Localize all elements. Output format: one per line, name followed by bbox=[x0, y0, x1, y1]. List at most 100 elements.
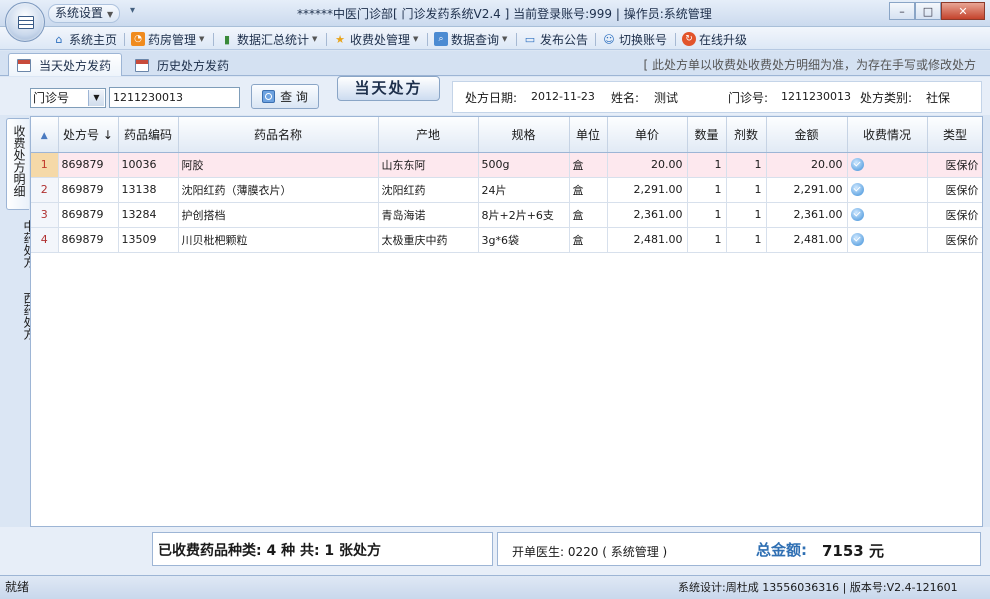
side-tab-charged-detail[interactable]: 收费处方明细 bbox=[6, 118, 29, 210]
sort-desc-icon: ↓ bbox=[102, 127, 113, 142]
paid-check-icon bbox=[850, 208, 864, 222]
column-header-unit[interactable]: 单位 bbox=[569, 117, 608, 153]
cell-type: 医保价 bbox=[927, 227, 982, 253]
cell-amount: 2,361.00 bbox=[766, 202, 848, 228]
home-icon: ⌂ bbox=[55, 32, 63, 46]
table-row[interactable]: 2 869879 13138 沈阳红药（薄膜衣片） 沈阳红药 24片 盒 2,2… bbox=[31, 177, 982, 203]
cell-price: 2,481.00 bbox=[607, 227, 688, 253]
paid-check-icon bbox=[850, 233, 864, 247]
date-label: 处方日期: bbox=[465, 91, 518, 105]
cell-unit: 盒 bbox=[569, 177, 608, 203]
rss-icon: ◔ bbox=[131, 32, 145, 46]
search-field-select[interactable]: 门诊号 ▼ bbox=[30, 88, 106, 108]
tab-today-dispense[interactable]: 当天处方发药 bbox=[8, 53, 123, 76]
cell-amount: 2,481.00 bbox=[766, 227, 848, 253]
cell-qty: 1 bbox=[687, 152, 727, 178]
cell-paid bbox=[847, 202, 928, 228]
column-header-name[interactable]: 药品名称 bbox=[178, 117, 379, 153]
menu-online-update[interactable]: ↻ 在线升级 bbox=[682, 30, 747, 48]
paid-check-icon bbox=[850, 183, 864, 197]
cell-dose: 1 bbox=[726, 152, 767, 178]
table-row[interactable]: 1 869879 10036 阿胶 山东东阿 500g 盒 20.00 1 1 … bbox=[31, 152, 982, 178]
menu-cashier[interactable]: ★ 收费处管理 ▼ bbox=[333, 30, 418, 48]
column-header-price[interactable]: 单价 bbox=[607, 117, 688, 153]
column-header-paid[interactable]: 收费情况 bbox=[847, 117, 928, 153]
column-header-origin[interactable]: 产地 bbox=[378, 117, 479, 153]
title-bar: 系统设置 ▼ ▾ ******中医门诊部[ 门诊发药系统V2.4 ] 当前登录账号… bbox=[0, 0, 990, 42]
cell-spec: 3g*6袋 bbox=[478, 227, 570, 253]
cell-spec: 500g bbox=[478, 152, 570, 178]
cell-name: 阿胶 bbox=[178, 152, 379, 178]
user-icon: ☺ bbox=[603, 32, 615, 46]
dropdown-arrow-icon[interactable]: ▼ bbox=[88, 90, 104, 106]
column-header-rx[interactable]: 处方号 ↓ bbox=[58, 117, 119, 153]
row-indicator-header[interactable]: ▲ bbox=[31, 117, 59, 153]
column-header-qty[interactable]: 数量 bbox=[687, 117, 727, 153]
cell-price: 20.00 bbox=[607, 152, 688, 178]
cell-dose: 1 bbox=[726, 227, 767, 253]
cell-spec: 24片 bbox=[478, 177, 570, 203]
cell-paid bbox=[847, 177, 928, 203]
total-amount-value: 7153 元 bbox=[822, 542, 884, 560]
name-label: 姓名: bbox=[611, 91, 640, 105]
chat-icon: ▭ bbox=[524, 32, 536, 46]
today-prescription-label: 当天处方 bbox=[337, 76, 440, 101]
cell-unit: 盒 bbox=[569, 152, 608, 178]
menu-switch-account[interactable]: ☺ 切换账号 bbox=[602, 30, 667, 48]
cell-type: 医保价 bbox=[927, 152, 982, 178]
close-button[interactable]: ✕ bbox=[941, 2, 985, 20]
cell-origin: 沈阳红药 bbox=[378, 177, 479, 203]
calendar-icon bbox=[135, 58, 149, 72]
search-input[interactable]: 1211230013 bbox=[109, 87, 240, 108]
cell-spec: 8片+2片+6支 bbox=[478, 202, 570, 228]
tab-history-dispense[interactable]: 历史处方发药 bbox=[126, 53, 240, 76]
column-header-spec[interactable]: 规格 bbox=[478, 117, 570, 153]
chevron-down-icon: ▼ bbox=[312, 35, 318, 43]
cell-price: 2,291.00 bbox=[607, 177, 688, 203]
column-header-dose[interactable]: 剂数 bbox=[726, 117, 767, 153]
clinic-number-value: 1211230013 bbox=[781, 90, 851, 103]
system-settings-menu[interactable]: 系统设置 ▼ bbox=[48, 4, 121, 23]
menu-statistics[interactable]: ▮ 数据汇总统计 ▼ bbox=[220, 30, 317, 48]
name-value: 测试 bbox=[654, 91, 679, 105]
column-header-code[interactable]: 药品编码 bbox=[118, 117, 179, 153]
query-button[interactable]: 查 询 bbox=[251, 84, 319, 109]
cell-code: 10036 bbox=[118, 152, 179, 178]
total-amount-label: 总金额: bbox=[756, 541, 807, 559]
prescription-type-label: 处方类别: bbox=[860, 91, 913, 105]
search-icon bbox=[262, 90, 276, 103]
cell-name: 川贝枇杷颗粒 bbox=[178, 227, 379, 253]
menu-query[interactable]: ⌕ 数据查询 ▼ bbox=[434, 30, 507, 48]
cell-price: 2,361.00 bbox=[607, 202, 688, 228]
table-row[interactable]: 3 869879 13284 护创搭档 青岛海诺 8片+2片+6支 盒 2,36… bbox=[31, 202, 982, 228]
summary-count-text: 已收费药品种类: 4 种 共: 1 张处方 bbox=[158, 543, 382, 559]
cell-rx: 869879 bbox=[58, 177, 119, 203]
cell-origin: 青岛海诺 bbox=[378, 202, 479, 228]
column-header-type[interactable]: 类型 bbox=[927, 117, 982, 153]
menu-announcement[interactable]: ▭ 发布公告 bbox=[523, 30, 588, 48]
table-row[interactable]: 4 869879 13509 川贝枇杷颗粒 太极重庆中药 3g*6袋 盒 2,4… bbox=[31, 227, 982, 253]
cell-amount: 20.00 bbox=[766, 152, 848, 178]
row-index: 2 bbox=[31, 177, 59, 203]
column-header-amount[interactable]: 金额 bbox=[766, 117, 848, 153]
cell-code: 13284 bbox=[118, 202, 179, 228]
menu-home[interactable]: ⌂ 系统主页 bbox=[52, 30, 118, 48]
row-index: 3 bbox=[31, 202, 59, 228]
cell-name: 护创搭档 bbox=[178, 202, 379, 228]
side-tabs: 收费处方明细 中药处方 西药处方 bbox=[4, 116, 36, 526]
bar-chart-icon: ▮ bbox=[223, 32, 231, 46]
menu-pharmacy[interactable]: ◔ 药房管理 ▼ bbox=[131, 30, 204, 48]
minimize-button[interactable]: – bbox=[889, 2, 915, 20]
sort-icon: ▲ bbox=[40, 131, 48, 142]
update-icon: ↻ bbox=[682, 32, 696, 46]
maximize-button[interactable]: □ bbox=[915, 2, 941, 20]
cell-dose: 1 bbox=[726, 202, 767, 228]
doctor-text: 开单医生: 0220 ( 系统管理 ) bbox=[512, 545, 668, 559]
notice-text: [ 此处方单以收费处收费处方明细为准，为存在手写或修改处方 bbox=[643, 58, 977, 72]
quick-access-dropdown-icon[interactable]: ▾ bbox=[130, 5, 135, 16]
window-title: ******中医门诊部[ 门诊发药系统V2.4 ] 当前登录账号:999 | 操… bbox=[297, 7, 712, 21]
cell-unit: 盒 bbox=[569, 202, 608, 228]
app-menu-button[interactable] bbox=[5, 2, 45, 42]
star-icon: ★ bbox=[335, 32, 345, 46]
chevron-down-icon: ▼ bbox=[413, 35, 419, 43]
